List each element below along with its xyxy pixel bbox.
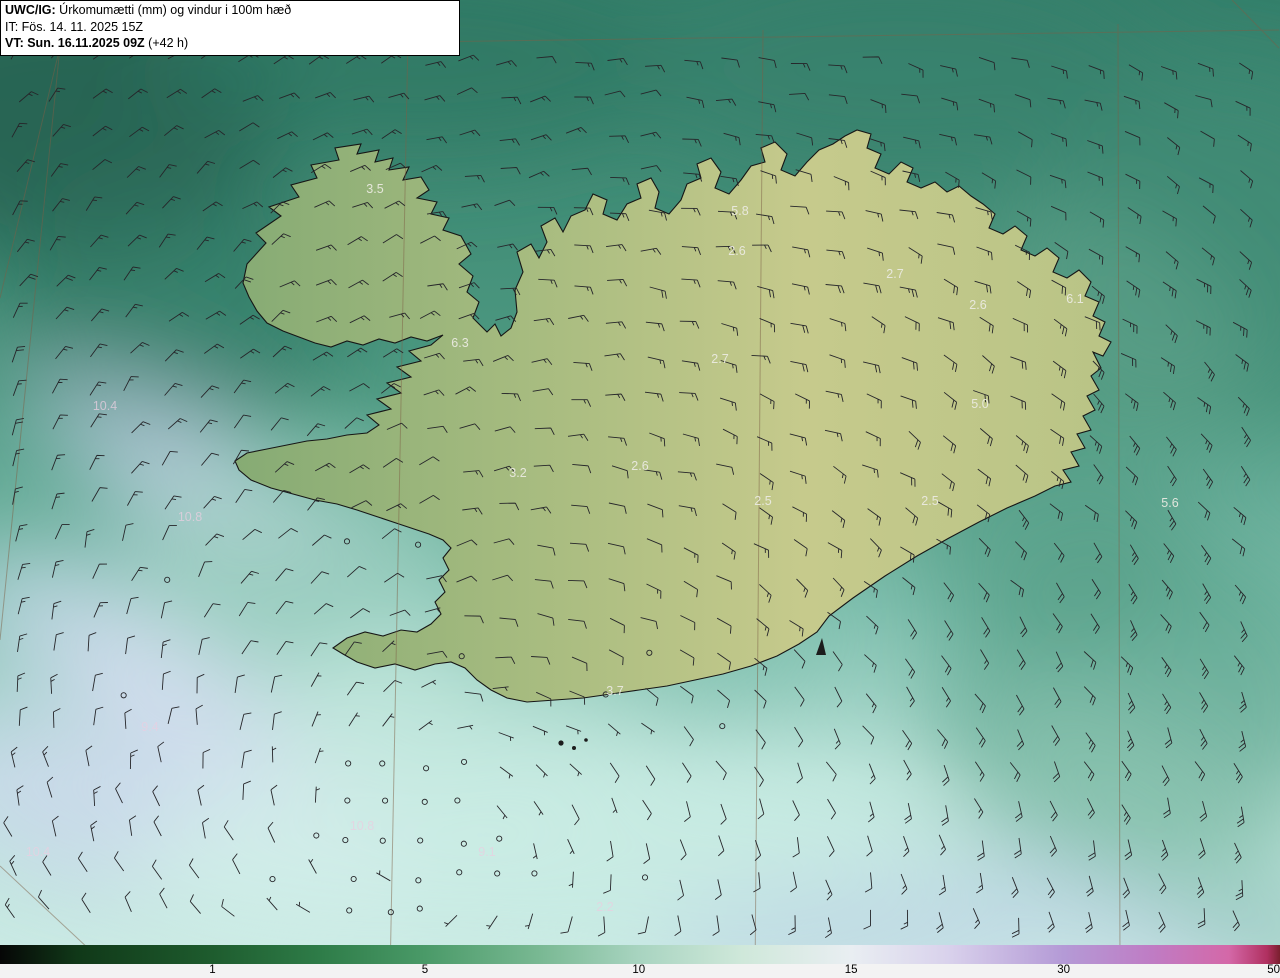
product-line: UWC/IG: Úrkomumætti (mm) og vindur i 100… [5,2,449,19]
value-label: 5.6 [1161,496,1178,510]
value-label: 5.0 [971,397,988,411]
weather-map-page: 3.5 5.8 2.6 2.7 2.6 6.1 6.3 2.7 5.0 10.4 3.2 2.6 2.5… [0,0,1280,978]
value-label: 2.7 [711,352,728,366]
colorbar-tick: 15 [844,964,858,976]
value-label: 2.2 [596,900,613,914]
weather-map-canvas: 3.5 5.8 2.6 2.7 2.6 6.1 6.3 2.7 5.0 10.4 3.2 2.6 2.5… [0,0,1280,978]
valid-time-line: VT: Sun. 16.11.2025 09Z (+42 h) [5,35,449,52]
value-label: 2.6 [969,298,986,312]
precipitation-colorbar: 1 5 10 15 30 50 [0,945,1280,978]
value-label: 2.6 [728,244,745,258]
title-box: UWC/IG: Úrkomumætti (mm) og vindur i 100… [0,0,460,56]
colorbar-tick: 1 [209,964,216,976]
product-label: UWC/IG: [5,3,56,17]
colorbar-tick: 50 [1267,964,1280,976]
colorbar-ticks: 1 5 10 15 30 50 [0,964,1280,978]
value-label: 9.1 [478,845,495,859]
value-label: 2.5 [754,494,771,508]
valid-time-suffix: (+42 h) [148,36,189,50]
colorbar-tick: 5 [421,964,429,976]
valid-time-label: VT: Sun. 16.11.2025 09Z [5,36,145,50]
value-label: 9.4 [141,720,158,734]
value-label: 2.5 [921,494,938,508]
value-label: 10.4 [93,399,117,413]
colorbar-tick: 30 [1057,964,1071,976]
value-label: 5.8 [731,204,748,218]
colorbar-gradient [0,945,1280,964]
value-label: 3.7 [606,684,623,698]
value-label: 6.1 [1066,292,1083,306]
value-label: 6.3 [451,336,468,350]
value-label: 3.2 [509,466,526,480]
value-label: 2.6 [631,459,648,473]
value-label: 10.4 [26,845,50,859]
value-label: 3.5 [366,182,383,196]
value-label: 10.8 [350,819,374,833]
colorbar-tick: 10 [632,964,646,976]
init-time-line: IT: Fös. 14. 11. 2025 15Z [5,19,144,34]
product-title: Úrkomumætti (mm) og vindur i 100m hæð [59,3,292,17]
value-label: 2.7 [886,267,903,281]
value-label: 10.8 [178,510,202,524]
